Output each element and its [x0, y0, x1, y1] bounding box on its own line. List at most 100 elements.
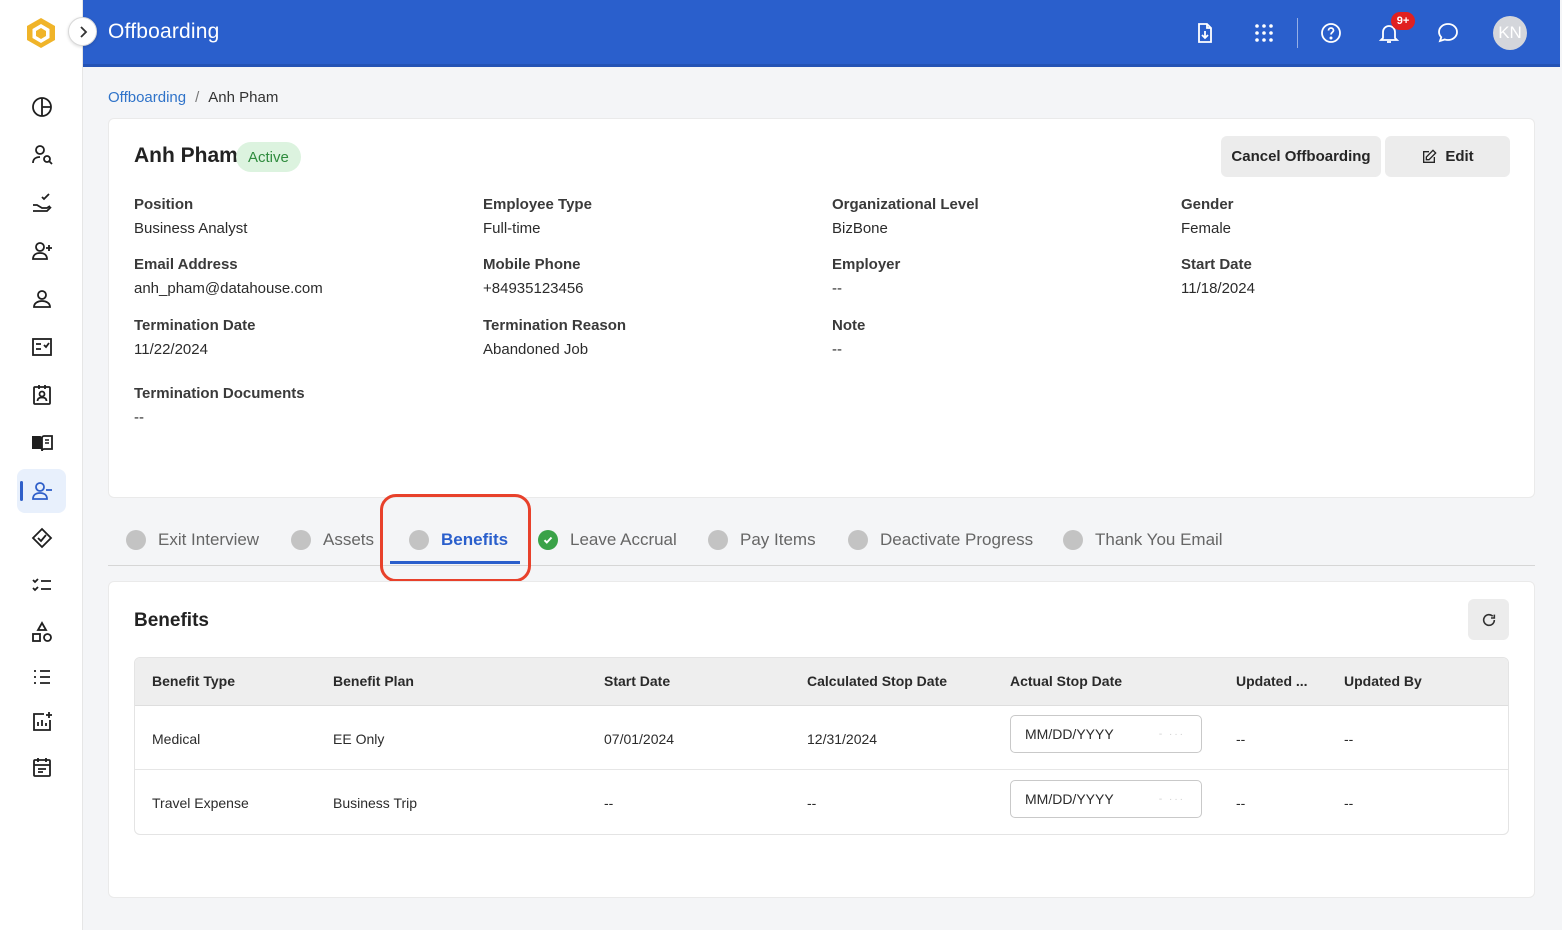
benefit-plan-cell: Business Trip — [333, 795, 418, 811]
column-header[interactable]: Updated By — [1344, 673, 1422, 689]
user-avatar[interactable]: KN — [1493, 16, 1527, 50]
calendar-picker-icon: - ··· — [1158, 728, 1185, 740]
nav-checklist[interactable] — [17, 563, 66, 607]
chat-bubble-icon — [1438, 23, 1458, 43]
field-label: Termination Documents — [134, 385, 305, 402]
tab-label: Thank You Email — [1095, 530, 1223, 549]
field-label: Termination Date — [134, 317, 256, 334]
benefit-type-cell: Travel Expense — [152, 795, 249, 811]
chat-button[interactable] — [1435, 20, 1461, 46]
edit-button[interactable]: Edit — [1385, 136, 1510, 177]
calculated-stop-date-cell: 12/31/2024 — [807, 731, 878, 747]
field-organizational-level: Organizational Level BizBone — [832, 196, 1152, 237]
nav-attendance[interactable] — [17, 373, 66, 417]
column-header[interactable]: Start Date — [604, 673, 670, 689]
updated-cell: -- — [1236, 731, 1246, 747]
tab-exit-interview[interactable]: Exit Interview — [126, 515, 259, 565]
nav-add-employee[interactable] — [17, 229, 66, 273]
field-value: 11/18/2024 — [1181, 280, 1255, 297]
column-header[interactable]: Calculated Stop Date — [807, 673, 947, 689]
user-add-icon — [31, 242, 52, 260]
tab-pay-items[interactable]: Pay Items — [708, 515, 816, 565]
tab-thank-you-email[interactable]: Thank You Email — [1063, 515, 1223, 565]
field-label: Employee Type — [483, 196, 592, 213]
tab-leave-accrual[interactable]: Leave Accrual — [538, 515, 677, 565]
hand-check-icon — [32, 193, 52, 212]
benefit-type-cell: Medical — [152, 731, 201, 747]
checklist-icon — [31, 338, 52, 356]
column-header[interactable]: Updated ... — [1236, 673, 1308, 689]
tab-label: Benefits — [441, 530, 509, 549]
field-label: Note — [832, 317, 866, 334]
date-placeholder: MM/DD/YYYY — [1025, 791, 1114, 807]
breadcrumb-separator: / — [195, 89, 200, 106]
actual-stop-date-input[interactable]: MM/DD/YYYY - ··· — [1010, 715, 1202, 753]
benefits-panel: Benefits Benefit Type Benefit Plan Start… — [108, 581, 1535, 898]
column-header[interactable]: Actual Stop Date — [1010, 673, 1122, 689]
nav-offboarding[interactable] — [17, 469, 66, 513]
download-button[interactable] — [1192, 20, 1218, 46]
field-position: Position Business Analyst — [134, 196, 454, 237]
actual-stop-date-input[interactable]: MM/DD/YYYY - ··· — [1010, 780, 1202, 818]
user-minus-icon — [31, 482, 52, 500]
active-tab-indicator — [390, 561, 520, 564]
column-header[interactable]: Benefit Type — [152, 673, 235, 689]
nav-dashboard[interactable] — [17, 85, 66, 129]
nav-list[interactable] — [17, 655, 66, 699]
updated-cell: -- — [1236, 795, 1246, 811]
employee-name: Anh Pham — [134, 144, 238, 167]
sidebar-toggle-button[interactable] — [68, 17, 97, 46]
calendar-picker-icon: - ··· — [1158, 793, 1185, 805]
badge-icon — [32, 385, 51, 405]
breadcrumb-root-link[interactable]: Offboarding — [108, 89, 186, 106]
app-logo[interactable] — [24, 16, 58, 50]
nav-assets[interactable] — [17, 610, 66, 654]
field-start-date: Start Date 11/18/2024 — [1181, 256, 1501, 297]
pending-status-icon — [1063, 530, 1083, 550]
field-label: Email Address — [134, 256, 238, 273]
pending-status-icon — [848, 530, 868, 550]
cancel-offboarding-button[interactable]: Cancel Offboarding — [1221, 136, 1381, 177]
nav-reports[interactable] — [17, 700, 66, 744]
apps-button[interactable] — [1251, 20, 1277, 46]
field-label: Position — [134, 196, 194, 213]
nav-tasks[interactable] — [17, 325, 66, 369]
status-badge: Active — [236, 142, 301, 172]
nav-recruiting[interactable] — [17, 133, 66, 177]
tab-benefits[interactable]: Benefits — [409, 515, 508, 565]
field-employee-type: Employee Type Full-time — [483, 196, 803, 237]
field-value: BizBone — [832, 220, 888, 237]
field-value: 11/22/2024 — [134, 341, 208, 358]
tab-assets[interactable]: Assets — [291, 515, 374, 565]
field-value: -- — [134, 409, 144, 426]
field-note: Note -- — [832, 317, 1152, 358]
cancel-offboarding-label: Cancel Offboarding — [1231, 148, 1371, 165]
page-header-title: Offboarding — [108, 20, 220, 43]
tab-deactivate-progress[interactable]: Deactivate Progress — [848, 515, 1033, 565]
nav-benefits[interactable] — [17, 516, 66, 560]
table-header: Benefit Type Benefit Plan Start Date Cal… — [135, 658, 1508, 706]
field-label: Mobile Phone — [483, 256, 581, 273]
nav-onboarding[interactable] — [17, 181, 66, 225]
refresh-button[interactable] — [1468, 599, 1509, 640]
edit-icon — [1423, 148, 1437, 163]
field-termination-date: Termination Date 11/22/2024 — [134, 317, 454, 358]
tab-label: Leave Accrual — [570, 530, 677, 549]
date-placeholder: MM/DD/YYYY — [1025, 726, 1114, 742]
help-icon — [1321, 23, 1341, 43]
download-file-icon — [1198, 23, 1212, 43]
sidebar — [0, 0, 83, 930]
benefit-plan-cell: EE Only — [333, 731, 385, 747]
nav-handbook[interactable] — [17, 421, 66, 465]
field-value: -- — [832, 341, 842, 358]
tab-label: Assets — [323, 530, 375, 549]
pending-status-icon — [126, 530, 146, 550]
calendar-icon — [32, 758, 51, 777]
header-divider — [1297, 18, 1298, 48]
field-employer: Employer -- — [832, 256, 1152, 297]
column-header[interactable]: Benefit Plan — [333, 673, 414, 689]
nav-calendar[interactable] — [17, 745, 66, 789]
help-button[interactable] — [1318, 20, 1344, 46]
calculated-stop-date-cell: -- — [807, 795, 817, 811]
nav-employees[interactable] — [17, 277, 66, 321]
